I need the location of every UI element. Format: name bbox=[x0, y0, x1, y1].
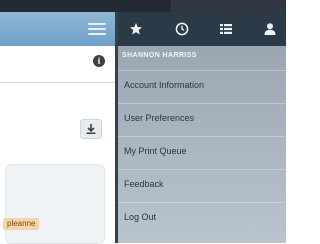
menu-item-label: User Preferences bbox=[124, 113, 195, 123]
clock-icon[interactable] bbox=[175, 22, 189, 36]
page-content-area: i pleanne bbox=[0, 12, 115, 244]
top-strip-right bbox=[171, 0, 286, 12]
menu-item-user-preferences[interactable]: User Preferences bbox=[118, 103, 286, 136]
divider bbox=[0, 82, 115, 83]
menu-item-label: Account Information bbox=[124, 80, 205, 90]
menu-item-my-print-queue[interactable]: My Print Queue bbox=[118, 136, 286, 169]
hamburger-menu-icon[interactable] bbox=[88, 23, 106, 35]
status-tag: pleanne bbox=[3, 218, 40, 230]
info-icon[interactable]: i bbox=[93, 55, 105, 67]
menu-item-label: My Print Queue bbox=[124, 146, 187, 156]
content-card bbox=[5, 164, 105, 244]
menu-item-account-information[interactable]: Account Information bbox=[118, 70, 286, 103]
star-icon[interactable] bbox=[129, 22, 143, 36]
menu-item-label: Feedback bbox=[124, 179, 164, 189]
user-icon[interactable] bbox=[263, 22, 277, 36]
menu-user-name: SHANNON HARRISS bbox=[122, 52, 197, 59]
menu-item-log-out[interactable]: Log Out bbox=[118, 202, 286, 235]
menu-toolbar bbox=[118, 12, 286, 46]
top-strip bbox=[0, 0, 286, 12]
menu-list: SHANNON HARRISS Account Information User… bbox=[118, 46, 286, 243]
user-menu-panel: SHANNON HARRISS Account Information User… bbox=[115, 12, 286, 243]
download-icon bbox=[86, 124, 96, 134]
download-button[interactable] bbox=[80, 119, 102, 139]
page-header bbox=[0, 12, 115, 46]
list-icon[interactable] bbox=[219, 22, 233, 36]
page-body: i pleanne bbox=[0, 46, 115, 244]
menu-item-label: Log Out bbox=[124, 212, 157, 222]
menu-item-feedback[interactable]: Feedback bbox=[118, 169, 286, 202]
